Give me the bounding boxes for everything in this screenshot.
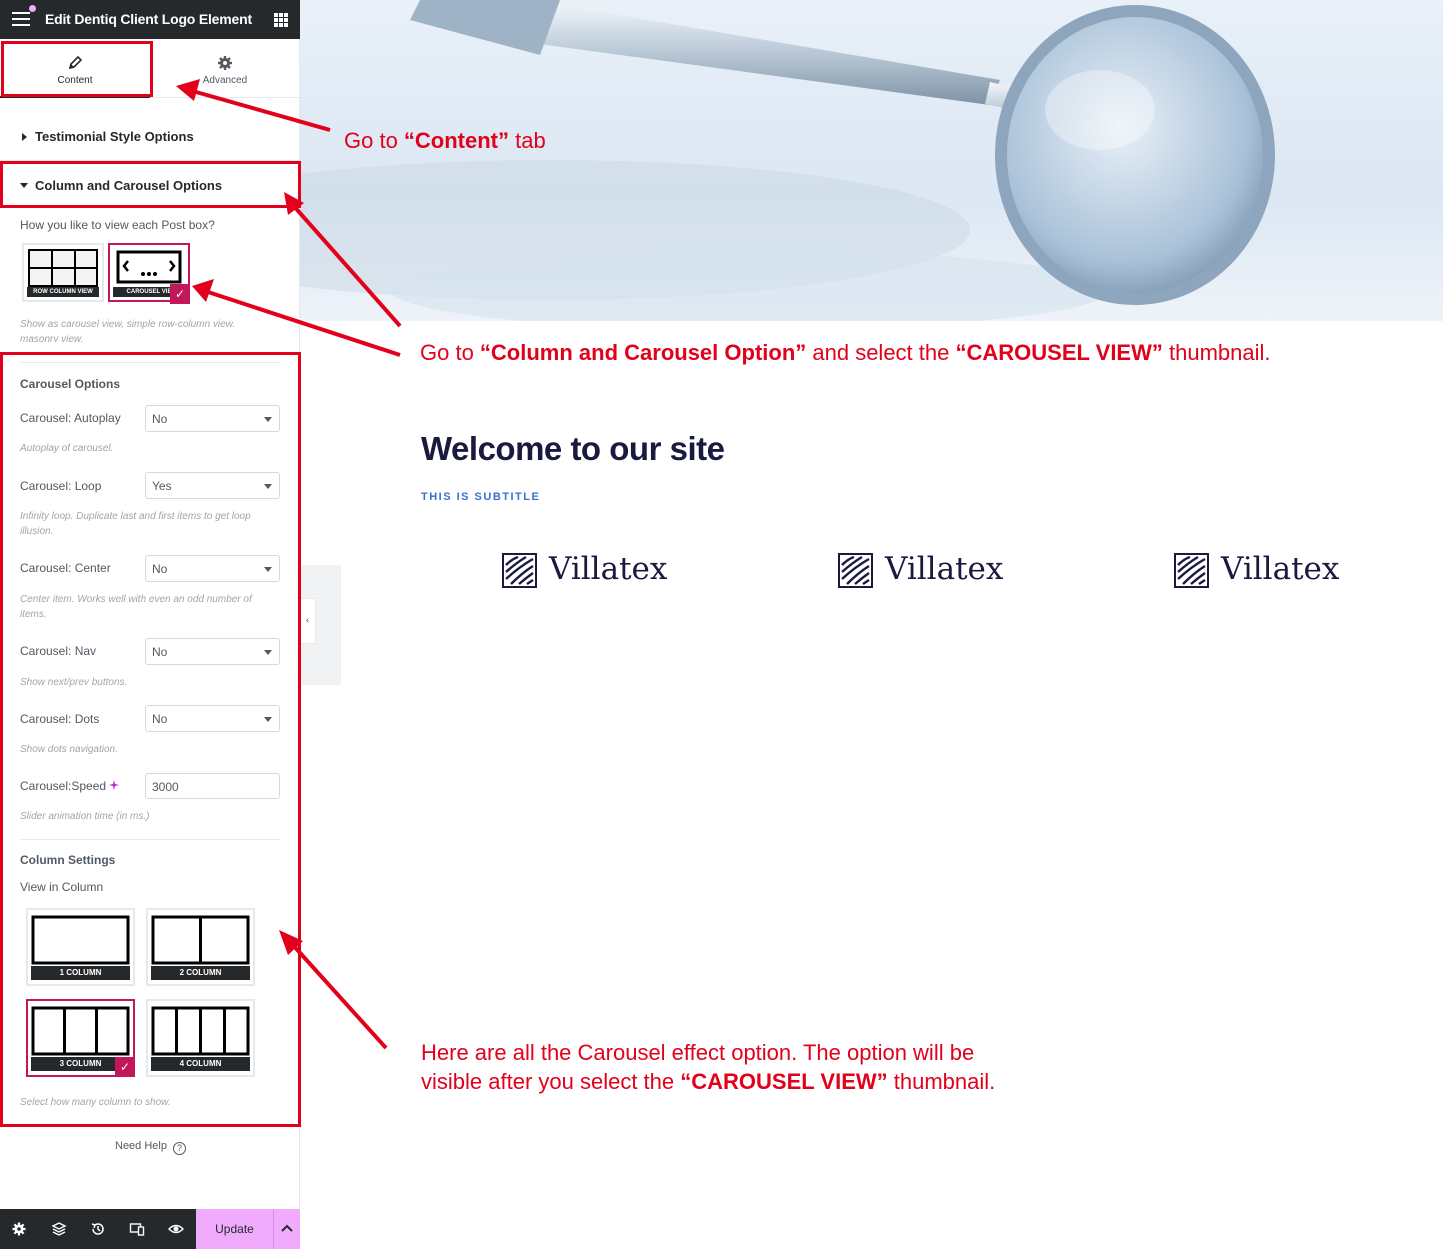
section-testimonial-label: Testimonial Style Options xyxy=(35,129,194,144)
update-button[interactable]: Update xyxy=(196,1209,273,1249)
client-logo: Villatex xyxy=(502,551,682,591)
villatex-logo-icon xyxy=(838,553,873,588)
client-logo-name: Villatex xyxy=(549,551,668,587)
caret-right-icon xyxy=(22,133,27,141)
panel-collapse-strip: ‹ xyxy=(300,565,341,685)
view-mode-question: How you like to view each Post box? xyxy=(20,218,215,232)
view-mode-help: Show as carousel view, simple row-column… xyxy=(20,319,236,330)
row-column-view-thumbnail[interactable]: ROW COLUMN VIEW xyxy=(22,243,104,302)
tab-advanced-label: Advanced xyxy=(202,75,248,86)
highlight-column-carousel-section xyxy=(0,161,301,208)
eye-icon[interactable] xyxy=(168,1221,184,1237)
section-testimonial-style[interactable]: Testimonial Style Options xyxy=(0,113,300,161)
row-column-grid-icon xyxy=(28,249,98,287)
layers-icon[interactable] xyxy=(51,1221,67,1237)
highlight-content-tab xyxy=(1,41,153,97)
need-help-label: Need Help xyxy=(115,1140,167,1152)
client-logo-name: Villatex xyxy=(885,551,1004,587)
update-options-button[interactable] xyxy=(273,1209,300,1249)
hero-image xyxy=(300,0,1443,321)
need-help-link[interactable]: Need Help? xyxy=(115,1140,186,1155)
selected-check-icon: ✓ xyxy=(170,284,190,304)
history-icon[interactable] xyxy=(90,1221,106,1237)
panel-title: Edit Dentiq Client Logo Element xyxy=(45,11,252,27)
settings-icon[interactable] xyxy=(11,1221,27,1237)
carousel-view-thumbnail[interactable]: CAROUSEL VIE ✓ xyxy=(108,243,190,304)
panel-header: Edit Dentiq Client Logo Element xyxy=(0,0,300,39)
chevron-up-icon xyxy=(281,1224,293,1232)
client-logo-name: Villatex xyxy=(1221,551,1340,587)
dental-mirror-illustration xyxy=(300,0,1275,321)
carousel-arrows-icon xyxy=(116,250,182,284)
preview-subtitle: THIS IS SUBTITLE xyxy=(421,491,541,503)
tab-advanced[interactable]: Advanced xyxy=(150,39,300,98)
chevron-left-icon: ‹ xyxy=(305,615,310,626)
villatex-logo-icon xyxy=(502,553,537,588)
notification-dot xyxy=(29,5,36,12)
view-mode-help-cut: masonry view. xyxy=(20,334,84,342)
annotation-content-tab: Go to “Content” tab xyxy=(344,128,546,153)
collapse-panel-button[interactable]: ‹ xyxy=(300,598,316,644)
annotation-carousel-options: Here are all the Carousel effect option.… xyxy=(421,1040,996,1094)
villatex-logo-icon xyxy=(1174,553,1209,588)
menu-icon[interactable] xyxy=(12,12,30,26)
client-logo: Villatex xyxy=(838,551,1018,591)
highlight-carousel-options xyxy=(0,352,301,1127)
gear-icon xyxy=(218,56,232,70)
annotation-carousel-view: Go to “Column and Carousel Option” and s… xyxy=(420,340,1271,365)
widgets-grid-icon[interactable] xyxy=(274,13,288,27)
preview-title: Welcome to our site xyxy=(421,430,725,467)
question-icon: ? xyxy=(172,1142,186,1155)
panel-footer: Update xyxy=(0,1209,300,1249)
client-logo: Villatex xyxy=(1174,551,1354,591)
responsive-icon[interactable] xyxy=(129,1221,145,1237)
row-column-view-caption: ROW COLUMN VIEW xyxy=(27,287,99,297)
